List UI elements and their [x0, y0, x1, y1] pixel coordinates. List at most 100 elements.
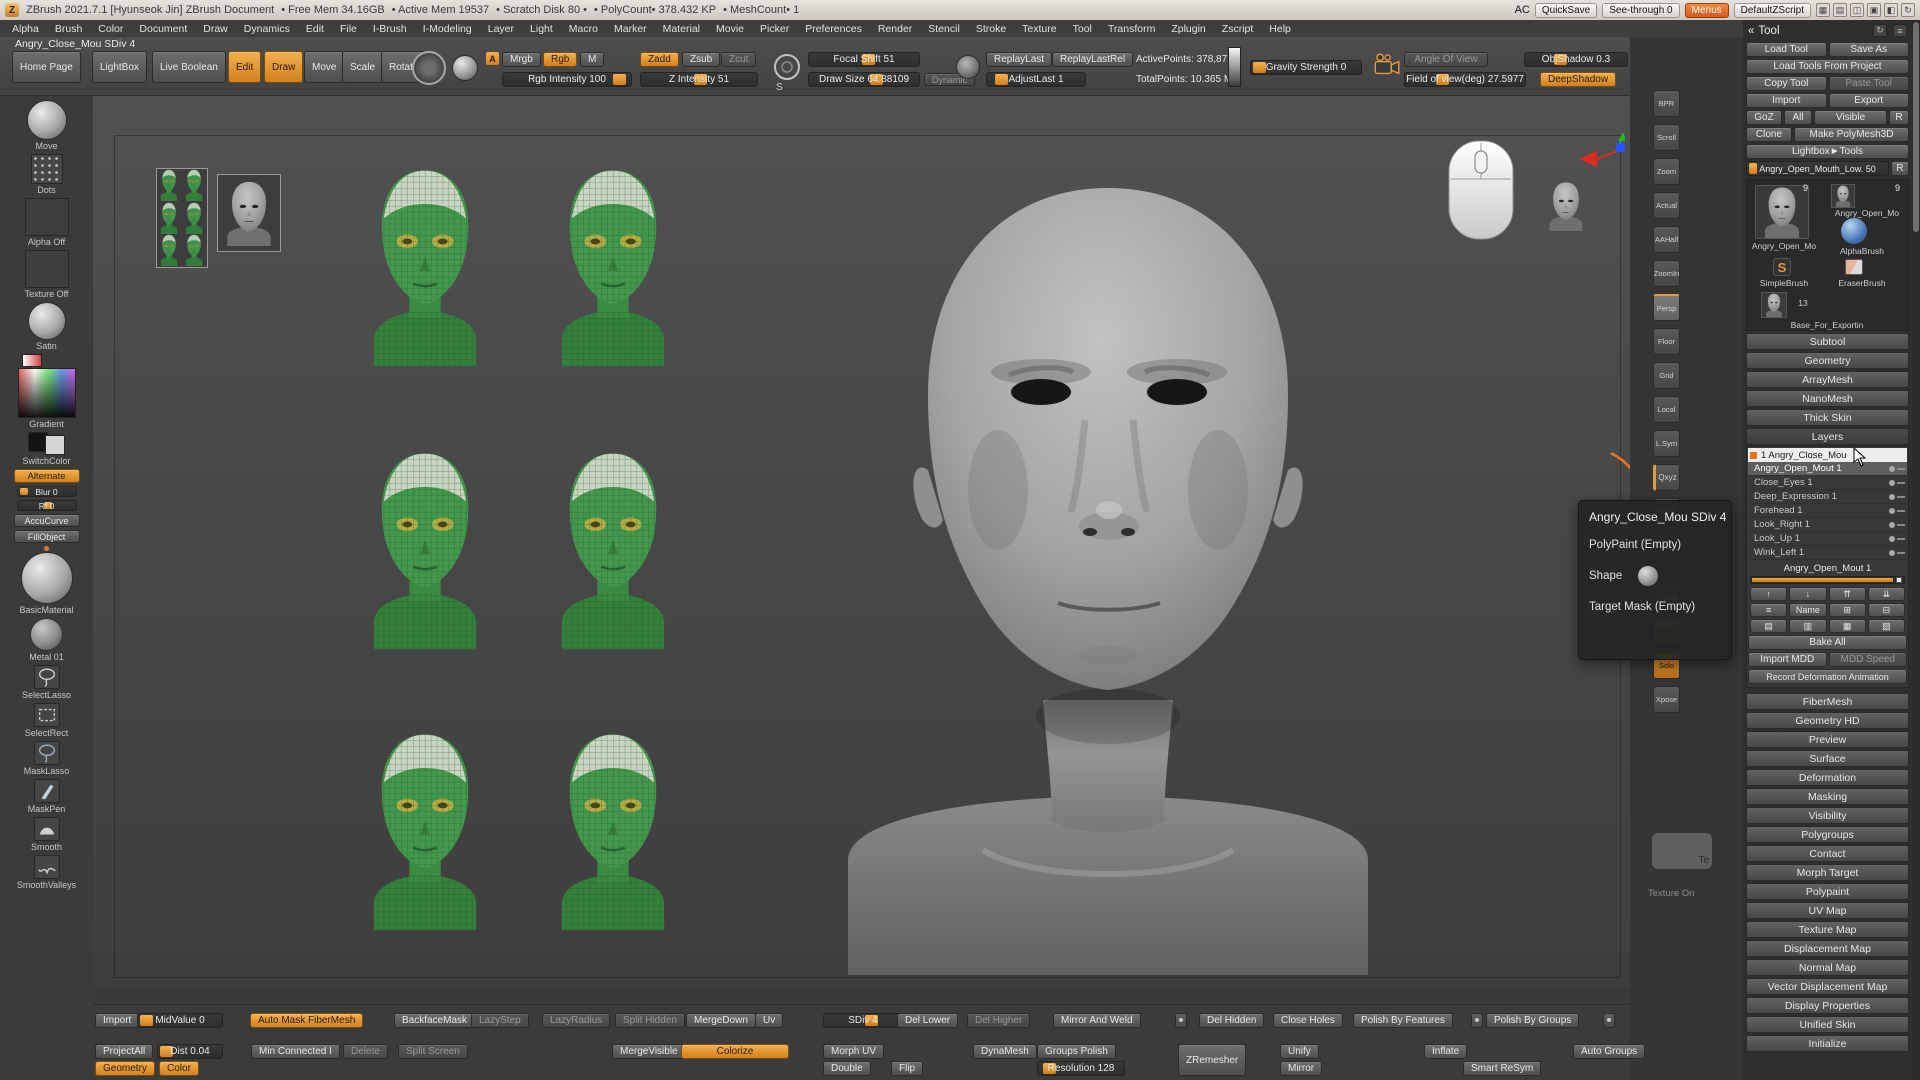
right-shelf-button[interactable]: Qxyz: [1653, 464, 1680, 491]
tool-section-header[interactable]: Deformation: [1746, 769, 1909, 786]
replay-last-rel-button[interactable]: ReplayLastRel: [1052, 52, 1133, 67]
projectall-button[interactable]: ProjectAll: [95, 1044, 153, 1059]
menu-item[interactable]: Stencil: [920, 20, 968, 37]
rgb-button[interactable]: Rgb: [543, 52, 577, 67]
menu-item[interactable]: Stroke: [968, 20, 1014, 37]
morph-uv-button[interactable]: Morph UV: [823, 1044, 884, 1059]
tool-section-header[interactable]: Initialize: [1746, 1035, 1909, 1052]
current-color-swatch[interactable]: [22, 354, 42, 367]
menu-item[interactable]: I-Brush: [365, 20, 415, 37]
menu-item[interactable]: Zplugin: [1163, 20, 1213, 37]
tool-section-header[interactable]: Polygroups: [1746, 826, 1909, 843]
right-shelf-button[interactable]: Floor: [1653, 328, 1680, 355]
layer-eye-icon[interactable]: [1889, 466, 1895, 472]
layer-eye-icon[interactable]: [1889, 522, 1895, 528]
tool-section-header[interactable]: FiberMesh: [1746, 693, 1909, 710]
stroke-type-move[interactable]: Move: [27, 100, 67, 151]
deep-shadow-button[interactable]: DeepShadow: [1540, 72, 1616, 87]
tool-section-header[interactable]: Subtool: [1746, 333, 1909, 350]
gravity-direction-widget[interactable]: [1228, 47, 1241, 87]
rgb-intensity-slider[interactable]: Rgb Intensity 100: [502, 72, 632, 87]
menu-item[interactable]: Preferences: [797, 20, 870, 37]
see-through-slider[interactable]: See-through 0: [1602, 3, 1679, 18]
obj-shadow-slider[interactable]: ObjShadow 0.3: [1524, 52, 1628, 67]
split-screen-button[interactable]: Split Screen: [398, 1044, 468, 1059]
smart-resym-button[interactable]: Smart ReSym: [1463, 1061, 1541, 1076]
tool-section-header[interactable]: Geometry HD: [1746, 712, 1909, 729]
select-lasso-tool[interactable]: SelectLasso: [22, 665, 71, 700]
texture-selector[interactable]: Texture Off: [25, 250, 69, 299]
menu-item-shape[interactable]: Shape: [1589, 566, 1721, 586]
copy-tool-button[interactable]: Copy Tool: [1746, 76, 1827, 91]
del-higher-button[interactable]: Del Higher: [967, 1013, 1030, 1028]
material-metal[interactable]: Metal 01: [29, 618, 64, 662]
z-intensity-slider[interactable]: Z Intensity 51: [640, 72, 758, 87]
clone-button[interactable]: Clone: [1746, 127, 1792, 142]
delete-button[interactable]: Delete: [343, 1044, 388, 1059]
camera-view-head-icon[interactable]: [1546, 181, 1586, 231]
dist-slider[interactable]: Dist 0.04: [157, 1044, 223, 1059]
menus-button[interactable]: Menus: [1685, 3, 1729, 18]
rf-slider[interactable]: Rf 0: [17, 500, 77, 511]
tool-section-header[interactable]: Thick Skin: [1746, 409, 1909, 426]
menu-item[interactable]: Movie: [708, 20, 752, 37]
tool-section-header[interactable]: Morph Target: [1746, 864, 1909, 881]
sdiv-slider[interactable]: SDiv 4: [823, 1013, 903, 1028]
stroke-icon[interactable]: [956, 55, 980, 79]
layers-section-header[interactable]: Layers: [1746, 428, 1909, 445]
blendshape-head-4[interactable]: [554, 441, 672, 656]
select-rect-tool[interactable]: SelectRect: [25, 703, 69, 738]
record-deformation-button[interactable]: Record Deformation Animation: [1748, 669, 1907, 684]
tool-section-header[interactable]: Masking: [1746, 788, 1909, 805]
weld-toggle-dot[interactable]: [1175, 1013, 1187, 1028]
blendshape-head-5[interactable]: [366, 722, 484, 937]
layer-row[interactable]: Forehead 1: [1748, 504, 1907, 518]
stroke-dots[interactable]: Dots: [31, 154, 63, 195]
secondary-color-swatch[interactable]: [45, 435, 65, 455]
layer-rename-input[interactable]: 1 Angry_Close_Mou: [1748, 448, 1907, 462]
tool-section-header[interactable]: Display Properties: [1746, 997, 1909, 1014]
right-shelf-button[interactable]: Local: [1653, 396, 1680, 423]
mask-pen-tool[interactable]: MaskPen: [28, 779, 66, 814]
dynamesh-button[interactable]: DynaMesh: [973, 1044, 1037, 1059]
edit-button[interactable]: Edit: [228, 51, 261, 83]
layout-icon[interactable]: ◧: [1884, 3, 1898, 17]
paste-tool-button[interactable]: Paste Tool: [1829, 76, 1910, 91]
mirror-and-weld-button[interactable]: Mirror And Weld: [1053, 1013, 1141, 1028]
panel-collapse-icon[interactable]: «: [1748, 25, 1754, 37]
groups-polish-button[interactable]: Groups Polish: [1037, 1044, 1116, 1059]
right-shelf-button[interactable]: Scroll: [1653, 124, 1680, 151]
color-tab-button[interactable]: Color: [159, 1061, 199, 1076]
layer-eye-icon[interactable]: [1889, 508, 1895, 514]
flip-button[interactable]: Flip: [891, 1061, 923, 1076]
colorize-button[interactable]: Colorize: [681, 1044, 789, 1059]
alternate-button[interactable]: Alternate: [14, 469, 80, 483]
menu-item[interactable]: Alpha: [4, 20, 47, 37]
layout-icon[interactable]: ▤: [1833, 3, 1847, 17]
right-shelf-button[interactable]: Persp: [1653, 294, 1680, 321]
polish-by-features-slider[interactable]: Polish By Features: [1353, 1013, 1453, 1028]
simplebrush-thumbnail[interactable]: S: [1773, 258, 1791, 276]
menu-item[interactable]: Material: [655, 20, 708, 37]
layer-up-button[interactable]: ↑: [1750, 587, 1787, 601]
tool-section-header[interactable]: Surface: [1746, 750, 1909, 767]
lazystep-slider[interactable]: LazyStep: [471, 1013, 529, 1028]
tool-section-header[interactable]: Texture Map: [1746, 921, 1909, 938]
layer-row[interactable]: Wink_Left 1: [1748, 546, 1907, 560]
layer-bottom-button[interactable]: ⇊: [1868, 587, 1905, 601]
resolution-slider[interactable]: Resolution 128: [1037, 1061, 1125, 1076]
menu-item[interactable]: File: [332, 20, 365, 37]
camera-icon[interactable]: [1372, 51, 1400, 83]
tool-section-header[interactable]: Displacement Map: [1746, 940, 1909, 957]
right-shelf-button[interactable]: L.Sym: [1653, 430, 1680, 457]
split-hidden-button[interactable]: Split Hidden: [615, 1013, 685, 1028]
home-page-button[interactable]: Home Page: [12, 51, 81, 83]
smooth-brush[interactable]: Smooth: [31, 817, 62, 852]
menu-item[interactable]: Transform: [1100, 20, 1163, 37]
panel-refresh-icon[interactable]: ↻: [1873, 24, 1887, 37]
tool-section-header[interactable]: Normal Map: [1746, 959, 1909, 976]
load-tool-button[interactable]: Load Tool: [1746, 42, 1827, 57]
default-zscript-button[interactable]: DefaultZScript: [1734, 3, 1811, 18]
right-shelf-button[interactable]: Xpose: [1653, 686, 1680, 713]
layout-icon[interactable]: ↻: [1901, 3, 1915, 17]
